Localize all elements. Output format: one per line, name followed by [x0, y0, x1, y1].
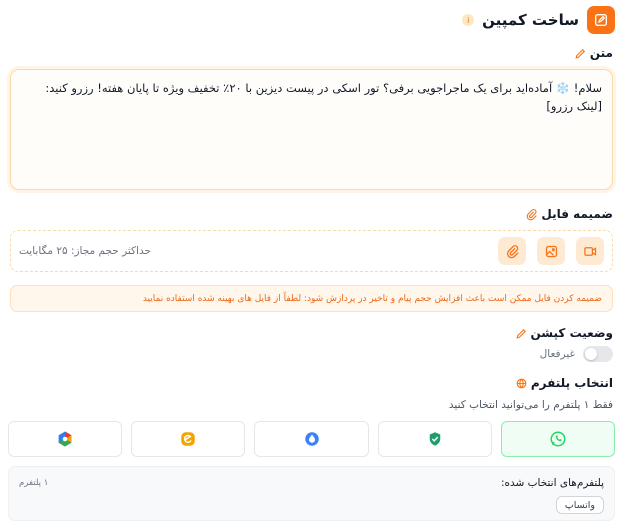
- message-text: سلام! ❄️ آماده‌اید برای یک ماجراجویی برف…: [45, 81, 602, 114]
- selected-platform-chip[interactable]: واتساپ: [555, 496, 604, 514]
- edit-campaign-icon: [587, 6, 615, 34]
- pencil-caption-icon: [515, 328, 526, 339]
- whatsapp-icon: [550, 431, 566, 447]
- message-textarea[interactable]: سلام! ❄️ آماده‌اید برای یک ماجراجویی برف…: [10, 69, 613, 190]
- selected-platforms-title: پلتفرم‌های انتخاب شده:: [500, 477, 604, 489]
- platform-soroush[interactable]: [7, 421, 123, 457]
- attachment-label: ضمیمه فایل: [541, 207, 613, 221]
- attachment-section-label: ضمیمه فایل: [525, 207, 613, 221]
- text-section-label: متن: [574, 46, 613, 60]
- selected-platforms-box: پلتفرم‌های انتخاب شده: ۱ پلتفرم واتساپ: [8, 466, 615, 521]
- caption-state-text: غیرفعال: [539, 348, 575, 360]
- attachment-warning: ضمیمه کردن فایل ممکن است باعث افزایش حجم…: [10, 285, 613, 312]
- video-icon: [583, 246, 596, 256]
- upload-buttons: [498, 237, 604, 265]
- paperclip-label-icon: [527, 208, 538, 220]
- eitaa-icon: [181, 432, 196, 446]
- file-upload-area[interactable]: حداکثر حجم مجاز: ۲۵ مگابایت: [10, 230, 613, 272]
- info-icon[interactable]: i: [462, 14, 475, 26]
- platform-list: [7, 421, 615, 457]
- hex-logo-icon: [58, 431, 72, 447]
- pencil-icon: [575, 48, 585, 59]
- platform-hint: فقط ۱ پلتفرم را می‌توانید انتخاب کنید: [448, 399, 613, 411]
- attach-video-button[interactable]: [576, 237, 604, 265]
- selected-platforms-count: ۱ پلتفرم: [19, 478, 49, 488]
- platform-eitaa[interactable]: [131, 421, 246, 457]
- max-size-text: حداکثر حجم مجاز: ۲۵ مگابایت: [19, 245, 151, 257]
- caption-toggle-row: غیرفعال: [540, 346, 613, 362]
- image-icon: [545, 245, 557, 257]
- platform-rubika[interactable]: [377, 421, 492, 457]
- paperclip-icon: [506, 244, 519, 258]
- attach-image-button[interactable]: [537, 237, 565, 265]
- platform-label: انتخاب پلتفرم: [530, 376, 613, 390]
- warning-text: ضمیمه کردن فایل ممکن است باعث افزایش حجم…: [142, 293, 602, 304]
- platform-section-label: انتخاب پلتفرم: [515, 376, 613, 390]
- attach-file-button[interactable]: [498, 237, 526, 265]
- page-title: ساخت کمپین: [482, 11, 579, 29]
- globe-icon: [516, 378, 527, 388]
- caption-status-label: وضعیت کپشن: [515, 326, 614, 340]
- caption-label: وضعیت کپشن: [530, 326, 614, 340]
- page-header: ساخت کمپین i: [8, 6, 615, 34]
- shield-check-icon: [429, 432, 440, 446]
- text-label: متن: [589, 46, 613, 60]
- messenger-drop-icon: [304, 432, 319, 446]
- caption-toggle[interactable]: [583, 346, 613, 362]
- platform-bale[interactable]: [254, 421, 369, 457]
- platform-whatsapp[interactable]: [500, 421, 615, 457]
